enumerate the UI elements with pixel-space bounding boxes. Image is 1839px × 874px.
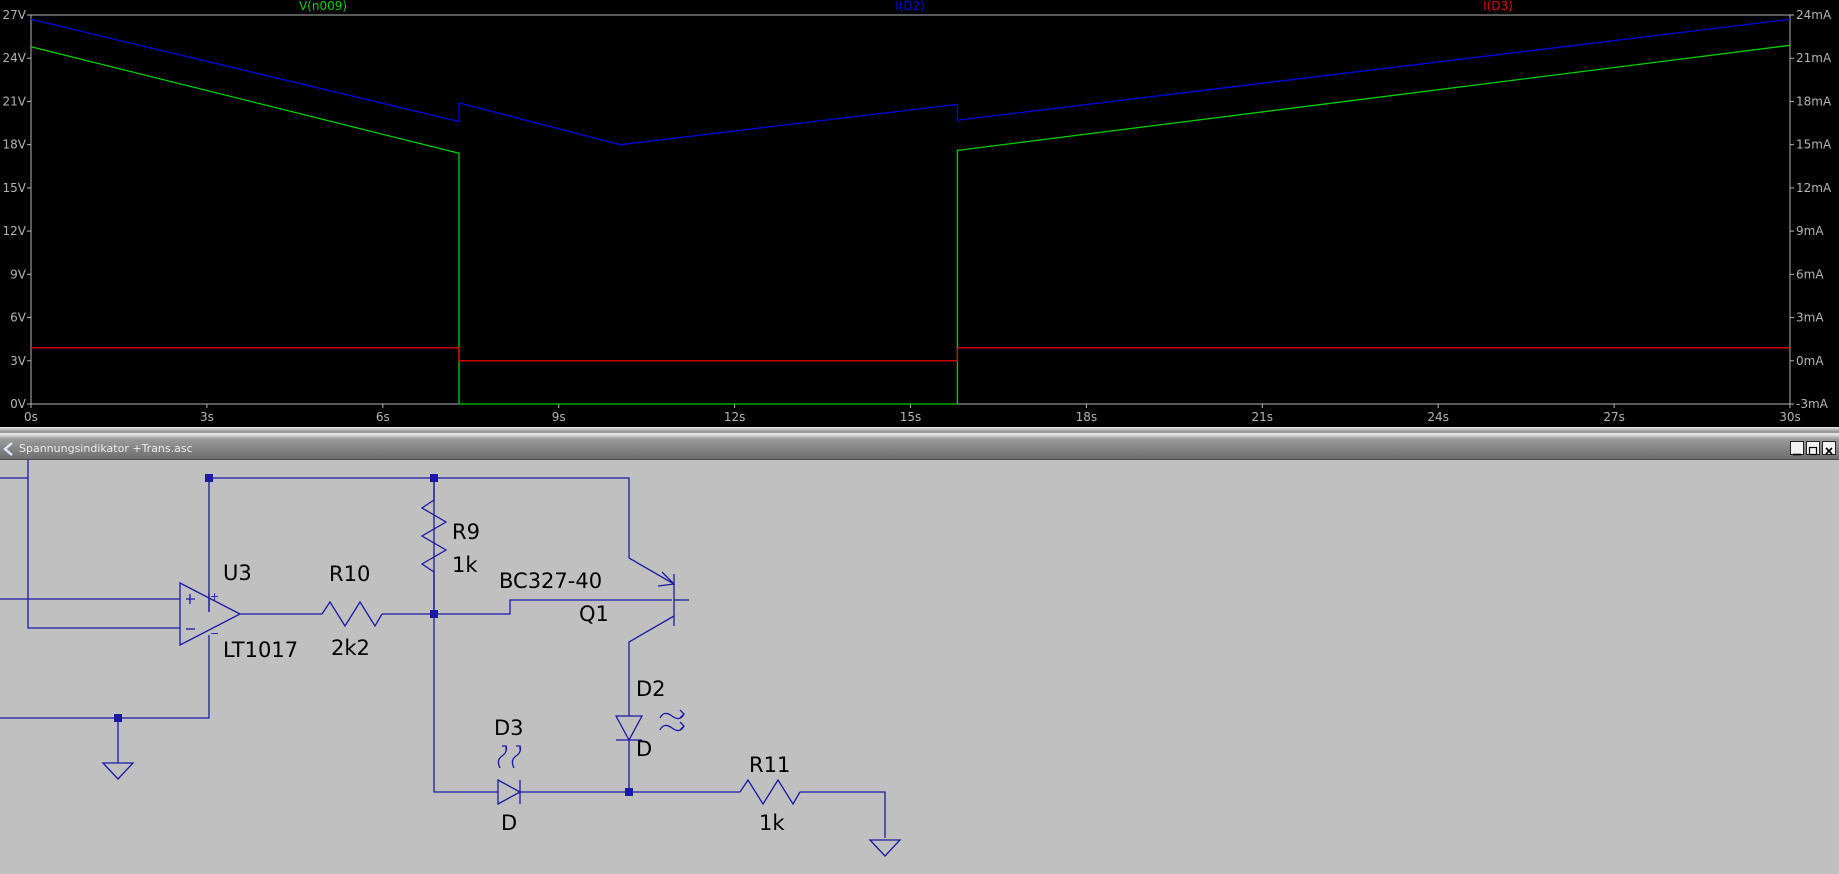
r10-label: R10 [329, 562, 370, 586]
waveform-chart[interactable]: 0s 3s 6s 9s 12s 15s 18s 21s 24s 27s 30s 27V 24V 21V 18… [0, 0, 1839, 427]
x-tick-label: 6s [376, 410, 390, 424]
r11-label: R11 [749, 753, 790, 777]
maximize-button[interactable] [1806, 441, 1820, 456]
waveform-plot-pane[interactable]: 0s 3s 6s 9s 12s 15s 18s 21s 24s 27s 30s 27V 24V 21V 18… [0, 0, 1839, 427]
pane-splitter[interactable] [0, 427, 1839, 439]
y-right-tick-label: 12mA [1796, 181, 1832, 195]
y-right-tick-label: 9mA [1796, 224, 1824, 238]
x-tick-label: 27s [1603, 410, 1625, 424]
x-tick-label: 0s [24, 410, 38, 424]
x-tick-label: 12s [724, 410, 746, 424]
diode-d3[interactable] [497, 745, 522, 806]
u3-label: U3 [223, 561, 252, 585]
d3-label: D3 [494, 716, 524, 740]
q1-model-label: BC327-40 [499, 569, 602, 593]
trace-label-vn009: V(n009) [299, 0, 347, 13]
y-right-tick-label: 24mA [1796, 8, 1832, 22]
window-title: Spannungsindikator +Trans.asc [19, 442, 193, 455]
series-line-vn009 [30, 44, 1791, 405]
u3-model-label: LT1017 [223, 638, 298, 662]
y-right-tick-label: 21mA [1796, 51, 1832, 65]
x-tick-label: 30s [1779, 410, 1801, 424]
y-left-tick-label: 21V [3, 94, 27, 108]
series-line-id2 [30, 18, 1791, 146]
plot-frame [30, 14, 1791, 405]
ltspice-app-icon [3, 442, 13, 456]
y-left-tick-label: 6V [10, 311, 27, 325]
close-button[interactable] [1822, 441, 1836, 455]
r11-ground-wire[interactable] [800, 791, 886, 838]
d2-model-label: D [636, 737, 652, 761]
y-left-tick-label: 24V [3, 51, 27, 65]
y-left-tick-label: 27V [3, 8, 27, 22]
minimize-icon [1793, 453, 1801, 456]
schematic-window-titlebar[interactable]: Spannungsindikator +Trans.asc [0, 439, 1839, 460]
trace-label-id2: I(D2) [895, 0, 925, 13]
r9-value-label: 1k [452, 553, 478, 577]
d3-model-label: D [501, 811, 517, 835]
y-left-tick-label: 0V [10, 397, 27, 411]
y-left-tick-label: 18V [3, 138, 27, 152]
svg-text:−: − [210, 627, 219, 640]
series-line-id3 [31, 347, 1790, 362]
y-left-tick-label: 15V [3, 181, 27, 195]
x-tick-label: 21s [1252, 410, 1274, 424]
y-right-tick-label: 3mA [1796, 311, 1824, 325]
y-right-tick-label: -3mA [1796, 397, 1829, 411]
y-right-tick-label: 6mA [1796, 267, 1824, 281]
y-right-tick-label: 18mA [1796, 94, 1832, 108]
x-tick-label: 9s [552, 410, 566, 424]
y-left-tick-label: 9V [10, 267, 27, 281]
y-left-tick-label: 12V [3, 224, 27, 238]
maximize-icon [1808, 446, 1818, 456]
q1-label: Q1 [579, 602, 609, 626]
d3-branch-wire[interactable] [433, 614, 498, 793]
junction-dots [114, 474, 633, 796]
x-tick-label: 18s [1076, 410, 1098, 424]
ground-symbol-right [868, 839, 902, 857]
minimize-button[interactable] [1790, 441, 1804, 456]
y-right-tick-label: 0mA [1796, 354, 1824, 368]
resistor-r11[interactable] [739, 778, 801, 806]
base-wire[interactable] [434, 599, 672, 615]
svg-text:+: + [210, 590, 219, 603]
opamp-input-wires[interactable] [0, 593, 210, 756]
opamp-u3[interactable]: + − [179, 581, 242, 647]
x-tick-label: 24s [1427, 410, 1449, 424]
y-right-tick-label: 15mA [1796, 138, 1832, 152]
ground-symbol-left [101, 756, 135, 780]
supply-rail-wire[interactable] [0, 460, 630, 629]
r10-value-label: 2k2 [331, 636, 370, 660]
d2-label: D2 [636, 677, 666, 701]
r9-label: R9 [452, 520, 480, 544]
r11-value-label: 1k [759, 811, 785, 835]
x-tick-label: 3s [200, 410, 214, 424]
close-icon [1825, 447, 1833, 455]
schematic-drawing[interactable]: + − U3 LT1017 R10 2k2 R9 1k BC327-40 Q1 … [0, 460, 1839, 874]
trace-label-id3: I(D3) [1483, 0, 1513, 13]
resistor-r10[interactable] [321, 600, 383, 628]
y-left-tick-label: 3V [10, 354, 27, 368]
schematic-canvas[interactable]: + − U3 LT1017 R10 2k2 R9 1k BC327-40 Q1 … [0, 460, 1839, 874]
x-tick-label: 15s [900, 410, 922, 424]
